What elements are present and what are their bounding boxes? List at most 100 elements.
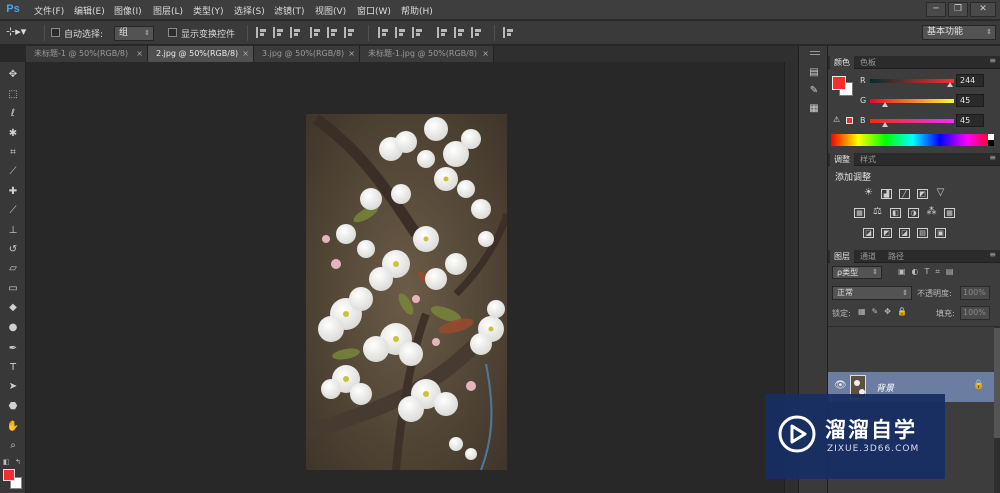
align-left-icon[interactable]: [310, 27, 321, 38]
brush-icon[interactable]: ⟋: [4, 202, 22, 220]
align-hcenter-icon[interactable]: [327, 27, 338, 38]
exposure-icon[interactable]: ◩: [917, 189, 928, 199]
move-icon[interactable]: ✥: [4, 66, 22, 84]
foreground-color-swatch[interactable]: [3, 469, 15, 481]
workspace-switcher[interactable]: 基本功能 ⇕: [922, 25, 996, 40]
default-colors-icon[interactable]: ◧: [3, 458, 10, 466]
lasso-icon[interactable]: ℓ: [4, 105, 22, 123]
color-ramp[interactable]: [831, 134, 994, 146]
r-value-field[interactable]: 244: [956, 74, 984, 87]
clone-stamp-icon[interactable]: ⊥: [4, 222, 22, 240]
layer-filter-dropdown[interactable]: ρ类型 ⇕: [832, 266, 882, 279]
color-balance-icon[interactable]: ⚖: [872, 207, 883, 218]
curves-icon[interactable]: ╱: [899, 189, 910, 199]
menu-layer[interactable]: 图层(L): [153, 4, 183, 17]
tab-swatches[interactable]: 色板: [856, 56, 880, 69]
posterize-icon[interactable]: ◩: [881, 228, 892, 238]
eraser-icon[interactable]: ▱: [4, 260, 22, 278]
panel-menu-icon[interactable]: ≡: [989, 56, 996, 65]
g-value-field[interactable]: 45: [956, 94, 984, 107]
move-tool-preset-icon[interactable]: ⊹▸▾: [6, 25, 40, 41]
layer-filter-icons[interactable]: ▣◐T⌗▤: [898, 267, 960, 277]
vibrance-icon[interactable]: ▽: [935, 188, 946, 199]
marquee-icon[interactable]: ⬚: [4, 86, 22, 104]
selective-color-icon[interactable]: ▣: [935, 228, 946, 238]
tab-channels[interactable]: 通道: [856, 250, 880, 263]
auto-select-checkbox[interactable]: [51, 28, 60, 37]
blur-icon[interactable]: ◆: [4, 299, 22, 317]
dock-grip-icon[interactable]: [810, 51, 820, 55]
zoom-icon[interactable]: ⌕: [4, 437, 22, 455]
menu-view[interactable]: 视图(V): [315, 4, 346, 17]
restore-button[interactable]: ❐: [948, 2, 968, 17]
black-white-icon[interactable]: ◧: [890, 208, 901, 218]
align-right-icon[interactable]: [344, 27, 355, 38]
gradient-map-icon[interactable]: ▤: [917, 228, 928, 238]
fill-field[interactable]: 100%: [960, 306, 990, 320]
menu-image[interactable]: 图像(I): [114, 4, 142, 17]
distribute-left-icon[interactable]: [437, 27, 448, 38]
distribute-right-icon[interactable]: [471, 27, 482, 38]
info-panel-icon[interactable]: ▦: [807, 102, 821, 115]
distribute-hcenter-icon[interactable]: [454, 27, 465, 38]
channel-mixer-icon[interactable]: ⁂: [926, 207, 937, 218]
hue-saturation-icon[interactable]: ▦: [854, 208, 865, 218]
history-panel-icon[interactable]: ▤: [807, 66, 821, 79]
eyedropper-icon[interactable]: ⟋: [4, 163, 22, 181]
minimize-button[interactable]: ─: [926, 2, 946, 17]
threshold-icon[interactable]: ◪: [899, 228, 910, 238]
properties-panel-icon[interactable]: ✎: [807, 84, 821, 97]
tab-3-jpg[interactable]: 3.jpg @ 50%(RGB/8) ×: [254, 46, 360, 62]
close-icon[interactable]: ×: [348, 46, 355, 62]
menu-edit[interactable]: 编辑(E): [74, 4, 105, 17]
foreground-swatch[interactable]: [832, 76, 846, 90]
hand-icon[interactable]: ✋: [4, 418, 22, 436]
align-vcenter-icon[interactable]: [273, 27, 284, 38]
swap-colors-icon[interactable]: ↰: [15, 458, 21, 466]
path-select-icon[interactable]: ➤: [4, 378, 22, 396]
eye-visibility-icon[interactable]: 👁: [834, 380, 847, 391]
gradient-icon[interactable]: ▭: [4, 280, 22, 298]
blend-mode-dropdown[interactable]: 正常 ⇕: [832, 286, 912, 300]
layers-scrollbar-thumb[interactable]: [994, 328, 1000, 438]
color-lookup-icon[interactable]: ▦: [944, 208, 955, 218]
brightness-icon[interactable]: ☀: [863, 188, 874, 199]
invert-icon[interactable]: ◪: [863, 228, 874, 238]
b-thumb[interactable]: [882, 122, 888, 127]
layer-name[interactable]: 背景: [876, 381, 894, 394]
distribute-vcenter-icon[interactable]: [395, 27, 406, 38]
g-thumb[interactable]: [882, 102, 888, 107]
tab-2-jpg[interactable]: 2.jpg @ 50%(RGB/8) ×: [148, 46, 254, 62]
menu-select[interactable]: 选择(S): [234, 4, 265, 17]
close-icon[interactable]: ×: [136, 46, 143, 62]
distribute-bottom-icon[interactable]: [412, 27, 423, 38]
menu-type[interactable]: 类型(Y): [193, 4, 224, 17]
b-value-field[interactable]: 45: [956, 114, 984, 127]
type-icon[interactable]: T: [4, 359, 22, 377]
menu-help[interactable]: 帮助(H): [401, 4, 433, 17]
close-button[interactable]: ✕: [970, 2, 996, 17]
healing-brush-icon[interactable]: ✚: [4, 183, 22, 201]
distribute-top-icon[interactable]: [378, 27, 389, 38]
align-top-icon[interactable]: [256, 27, 267, 38]
levels-icon[interactable]: ▟: [881, 189, 892, 199]
magic-wand-icon[interactable]: ✱: [4, 125, 22, 143]
gamut-color-swatch[interactable]: [846, 117, 853, 124]
close-icon[interactable]: ×: [482, 46, 489, 62]
close-icon[interactable]: ×: [242, 46, 249, 62]
panel-menu-icon[interactable]: ≡: [989, 153, 996, 162]
r-track[interactable]: [870, 79, 954, 83]
panel-menu-icon[interactable]: ≡: [989, 250, 996, 259]
menu-filter[interactable]: 滤镜(T): [274, 4, 305, 17]
crop-icon[interactable]: ⌗: [4, 144, 22, 162]
tab-adjustments[interactable]: 调整: [830, 153, 854, 166]
lock-icons[interactable]: ▦✎✥🔒: [858, 307, 913, 316]
menu-file[interactable]: 文件(F): [34, 4, 64, 17]
tab-untitled-1[interactable]: 未标题-1 @ 50%(RGB/8) ×: [26, 46, 148, 62]
auto-align-layers-icon[interactable]: [503, 27, 514, 38]
history-brush-icon[interactable]: ↺: [4, 241, 22, 259]
ramp-black-swatch[interactable]: [988, 140, 994, 146]
tab-paths[interactable]: 路径: [884, 250, 908, 263]
tab-color[interactable]: 颜色: [830, 56, 854, 69]
show-transform-checkbox[interactable]: [168, 28, 177, 37]
